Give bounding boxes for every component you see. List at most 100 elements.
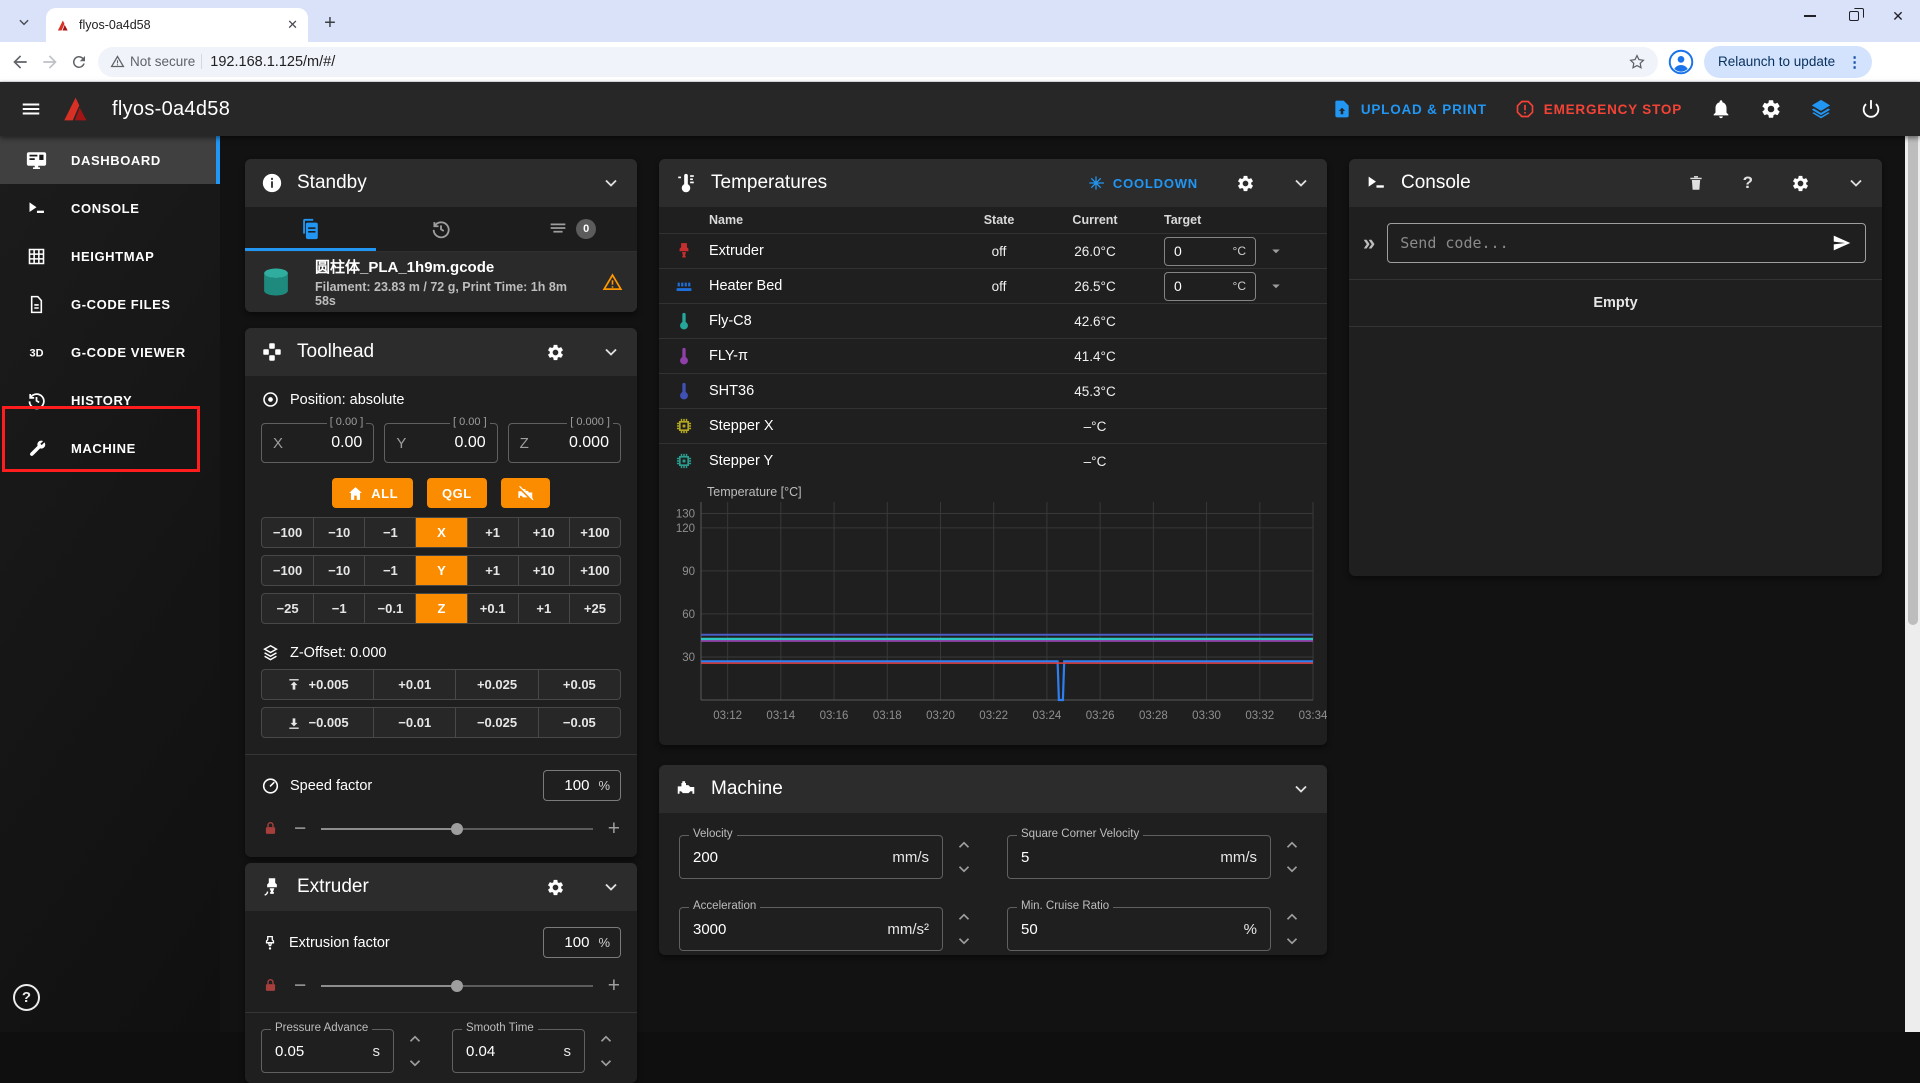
- security-chip[interactable]: Not secure: [110, 54, 202, 69]
- speed-factor-input[interactable]: 100 %: [543, 770, 621, 801]
- window-close-button[interactable]: ✕: [1876, 0, 1920, 32]
- temp-row-stepper-y[interactable]: Stepper Y –°C: [659, 443, 1327, 478]
- slider-handle[interactable]: [451, 980, 463, 992]
- layers-update-icon[interactable]: [1810, 98, 1832, 120]
- sidebar-item-g-code-viewer[interactable]: 3DG-CODE VIEWER: [0, 328, 220, 376]
- prompt-chevrons-icon[interactable]: »: [1363, 232, 1375, 254]
- tab-queue[interactable]: 0: [506, 207, 637, 251]
- z-offset-up-button[interactable]: +0.005: [262, 670, 373, 699]
- temp-row-stepper-x[interactable]: Stepper X –°C: [659, 408, 1327, 443]
- temp-row-extruder[interactable]: Extruder off 26.0°C 0°C: [659, 233, 1327, 268]
- move-x-button[interactable]: +100: [569, 518, 620, 547]
- scrollbar-thumb[interactable]: [1908, 85, 1918, 625]
- sidebar-item-heightmap[interactable]: HEIGHTMAP: [0, 232, 220, 280]
- upload-print-button[interactable]: UPLOAD & PRINT: [1332, 99, 1487, 119]
- z-offset-up-button[interactable]: +0.025: [455, 670, 537, 699]
- notifications-bell-icon[interactable]: [1710, 98, 1732, 120]
- move-x-button[interactable]: +1: [467, 518, 518, 547]
- temperature-chart[interactable]: 03:1203:1403:1603:1803:2003:2203:2403:26…: [659, 484, 1327, 736]
- services-gear-icon[interactable]: [1760, 98, 1782, 120]
- console-help-icon[interactable]: ?: [1743, 173, 1753, 193]
- forward-icon[interactable]: [40, 52, 60, 72]
- tab-close-button[interactable]: ✕: [287, 17, 298, 33]
- cooldown-button[interactable]: COOLDOWN: [1088, 175, 1198, 191]
- decrement-button[interactable]: [955, 932, 973, 950]
- decrement-button[interactable]: [406, 1054, 424, 1072]
- collapse-chevron-icon[interactable]: [1291, 779, 1311, 799]
- field-square-corner-velocity[interactable]: Square Corner Velocity 5 mm/s: [1007, 835, 1271, 879]
- z-offset-down-button[interactable]: −0.05: [538, 708, 620, 737]
- move-x-button[interactable]: +10: [518, 518, 569, 547]
- move-y-button[interactable]: −10: [313, 556, 364, 585]
- power-icon[interactable]: [1860, 98, 1882, 120]
- increment-button[interactable]: [955, 836, 973, 854]
- move-z-button[interactable]: +25: [569, 594, 620, 623]
- temp-row-fly[interactable]: FLY-π 41.4°C: [659, 338, 1327, 373]
- collapse-chevron-icon[interactable]: [1291, 173, 1311, 193]
- increment-button[interactable]: [406, 1030, 424, 1048]
- new-tab-button[interactable]: +: [316, 9, 344, 37]
- move-x-button[interactable]: −100: [262, 518, 313, 547]
- lock-icon[interactable]: [262, 977, 279, 994]
- move-z-button[interactable]: +1: [518, 594, 569, 623]
- decrement-button[interactable]: [597, 1054, 615, 1072]
- preset-dropdown-caret-icon[interactable]: [1267, 242, 1285, 260]
- hamburger-menu-icon[interactable]: [20, 98, 42, 120]
- z-offset-down-button[interactable]: −0.01: [373, 708, 455, 737]
- bookmark-star-icon[interactable]: [1628, 53, 1646, 71]
- move-y-button[interactable]: −1: [364, 556, 415, 585]
- reload-icon[interactable]: [70, 53, 88, 71]
- target-temp-input[interactable]: 0°C: [1164, 272, 1256, 301]
- axis-position-x[interactable]: [ 0.00 ] X 0.00: [261, 423, 374, 463]
- sidebar-item-dashboard[interactable]: DASHBOARD: [0, 136, 220, 184]
- preset-dropdown-caret-icon[interactable]: [1267, 277, 1285, 295]
- help-button[interactable]: ?: [13, 984, 40, 1011]
- extrusion-factor-input[interactable]: 100 %: [543, 927, 621, 958]
- z-offset-down-button[interactable]: −0.005: [262, 708, 373, 737]
- decrement-button[interactable]: [955, 860, 973, 878]
- axis-button-x[interactable]: X: [415, 518, 466, 547]
- z-offset-up-button[interactable]: +0.05: [538, 670, 620, 699]
- slider-track[interactable]: [321, 828, 592, 830]
- move-y-button[interactable]: −100: [262, 556, 313, 585]
- move-x-button[interactable]: −1: [364, 518, 415, 547]
- axis-position-y[interactable]: [ 0.00 ] Y 0.00: [384, 423, 497, 463]
- decrement-button[interactable]: [1283, 860, 1301, 878]
- sidebar-item-machine[interactable]: MACHINE: [0, 424, 220, 472]
- move-z-button[interactable]: +0.1: [467, 594, 518, 623]
- z-offset-up-button[interactable]: +0.01: [373, 670, 455, 699]
- axis-position-z[interactable]: [ 0.000 ] Z 0.000: [508, 423, 621, 463]
- window-minimize-button[interactable]: [1788, 0, 1832, 32]
- move-y-button[interactable]: +100: [569, 556, 620, 585]
- decrease-speed-button[interactable]: −: [294, 818, 306, 839]
- console-input-box[interactable]: [1387, 223, 1866, 263]
- motors-off-button[interactable]: [501, 478, 550, 508]
- increment-button[interactable]: [1283, 836, 1301, 854]
- move-y-button[interactable]: +1: [467, 556, 518, 585]
- emergency-stop-button[interactable]: EMERGENCY STOP: [1515, 99, 1682, 119]
- collapse-chevron-icon[interactable]: [601, 342, 621, 362]
- z-offset-down-button[interactable]: −0.025: [455, 708, 537, 737]
- move-y-button[interactable]: +10: [518, 556, 569, 585]
- send-icon[interactable]: [1831, 232, 1853, 254]
- sidebar-item-history[interactable]: HISTORY: [0, 376, 220, 424]
- relaunch-to-update-button[interactable]: Relaunch to update ⋮: [1704, 46, 1872, 78]
- browser-menu-icon[interactable]: ⋮: [1843, 53, 1866, 71]
- sidebar-item-console[interactable]: CONSOLE: [0, 184, 220, 232]
- axis-button-z[interactable]: Z: [415, 594, 466, 623]
- slider-handle[interactable]: [451, 823, 463, 835]
- tab-history[interactable]: [376, 207, 507, 251]
- window-restore-button[interactable]: [1832, 0, 1876, 32]
- home-all-button[interactable]: ALL: [332, 478, 413, 508]
- increase-extrusion-button[interactable]: +: [608, 975, 620, 996]
- increment-button[interactable]: [597, 1030, 615, 1048]
- move-x-button[interactable]: −10: [313, 518, 364, 547]
- move-z-button[interactable]: −0.1: [364, 594, 415, 623]
- axis-button-y[interactable]: Y: [415, 556, 466, 585]
- field-smooth-time[interactable]: Smooth Time 0.04 s: [452, 1029, 585, 1073]
- console-settings-gear-icon[interactable]: [1791, 174, 1810, 193]
- field-pressure-advance[interactable]: Pressure Advance 0.05 s: [261, 1029, 394, 1073]
- temps-settings-gear-icon[interactable]: [1236, 174, 1255, 193]
- increase-speed-button[interactable]: +: [608, 818, 620, 839]
- collapse-chevron-icon[interactable]: [1846, 173, 1866, 193]
